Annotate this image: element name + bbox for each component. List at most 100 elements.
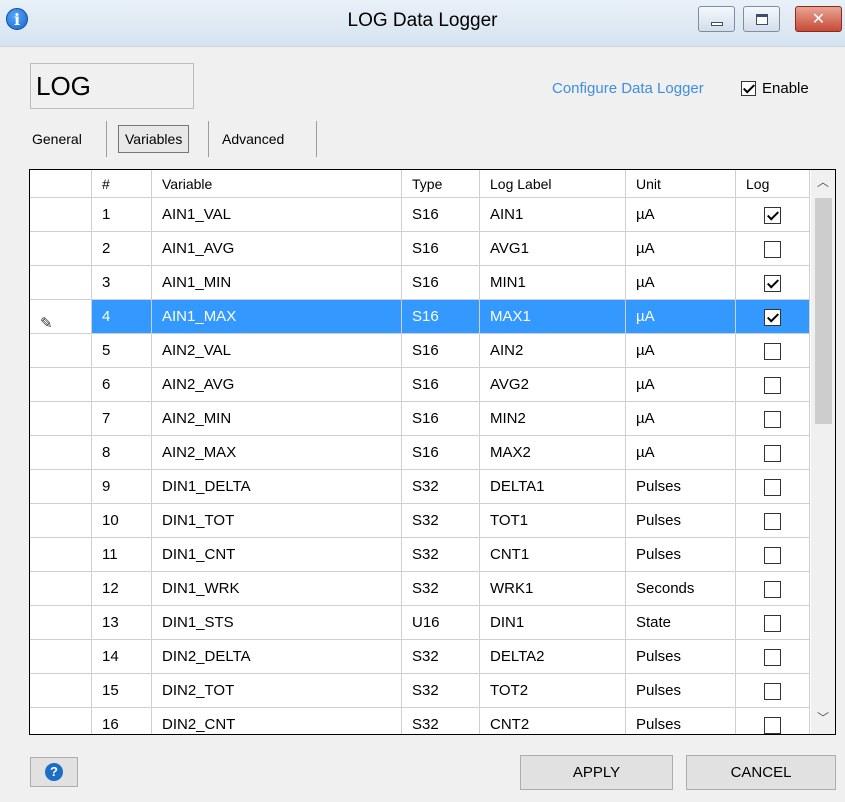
cell-type[interactable]: U16 — [402, 606, 480, 640]
table-row[interactable]: 3 AIN1_MIN S16 MIN1 µA — [30, 266, 810, 300]
cell-log-label[interactable]: DIN1 — [480, 606, 626, 640]
cell-unit[interactable]: µA — [626, 300, 736, 334]
cell-unit[interactable]: µA — [626, 436, 736, 470]
scroll-up-icon[interactable]: ︿ — [811, 173, 835, 195]
cell-unit[interactable]: µA — [626, 266, 736, 300]
cell-type[interactable]: S32 — [402, 708, 480, 734]
table-row[interactable]: 6 AIN2_AVG S16 AVG2 µA — [30, 368, 810, 402]
table-row[interactable]: ✎ 4 AIN1_MAX S16 MAX1 µA — [30, 300, 810, 334]
cell-variable[interactable]: AIN2_MIN — [152, 402, 402, 436]
cell-num[interactable]: 15 — [92, 674, 152, 708]
cell-type[interactable]: S16 — [402, 266, 480, 300]
log-checkbox[interactable] — [764, 274, 781, 292]
header-type[interactable]: Type — [402, 170, 480, 198]
log-checkbox[interactable] — [764, 308, 781, 326]
help-button[interactable]: ? — [30, 757, 78, 787]
row-header[interactable] — [30, 538, 92, 572]
cell-log-label[interactable]: AVG2 — [480, 368, 626, 402]
cell-unit[interactable]: State — [626, 606, 736, 640]
tab-variables[interactable]: Variables — [118, 125, 190, 153]
cell-num[interactable]: 13 — [92, 606, 152, 640]
apply-button[interactable]: APPLY — [520, 755, 673, 790]
cell-type[interactable]: S32 — [402, 674, 480, 708]
log-checkbox[interactable] — [764, 682, 781, 700]
header-variable[interactable]: Variable — [152, 170, 402, 198]
table-row[interactable]: 14 DIN2_DELTA S32 DELTA2 Pulses — [30, 640, 810, 674]
logger-name-field[interactable]: LOG — [30, 63, 194, 109]
cell-num[interactable]: 4 — [92, 300, 152, 334]
log-checkbox[interactable] — [764, 206, 781, 224]
cell-unit[interactable]: µA — [626, 334, 736, 368]
log-checkbox[interactable] — [764, 580, 781, 598]
log-checkbox[interactable] — [764, 716, 781, 734]
row-header[interactable] — [30, 470, 92, 504]
cell-variable[interactable]: DIN2_DELTA — [152, 640, 402, 674]
cell-variable[interactable]: AIN1_MAX — [152, 300, 402, 334]
cell-variable[interactable]: DIN1_WRK — [152, 572, 402, 606]
cell-variable[interactable]: DIN1_STS — [152, 606, 402, 640]
cell-log-label[interactable]: MAX2 — [480, 436, 626, 470]
row-header[interactable] — [30, 198, 92, 232]
close-button[interactable]: ✕ — [795, 6, 842, 32]
table-row[interactable]: 15 DIN2_TOT S32 TOT2 Pulses — [30, 674, 810, 708]
cell-unit[interactable]: Pulses — [626, 470, 736, 504]
table-row[interactable]: 9 DIN1_DELTA S32 DELTA1 Pulses — [30, 470, 810, 504]
table-row[interactable]: 5 AIN2_VAL S16 AIN2 µA — [30, 334, 810, 368]
cell-num[interactable]: 8 — [92, 436, 152, 470]
enable-check-icon[interactable] — [741, 80, 756, 96]
cell-num[interactable]: 3 — [92, 266, 152, 300]
cell-variable[interactable]: DIN1_TOT — [152, 504, 402, 538]
cell-variable[interactable]: AIN1_AVG — [152, 232, 402, 266]
cell-log-label[interactable]: AVG1 — [480, 232, 626, 266]
header-log[interactable]: Log — [736, 170, 810, 198]
cell-num[interactable]: 10 — [92, 504, 152, 538]
table-row[interactable]: 8 AIN2_MAX S16 MAX2 µA — [30, 436, 810, 470]
row-header[interactable] — [30, 504, 92, 538]
cell-log-label[interactable]: MIN2 — [480, 402, 626, 436]
cell-unit[interactable]: µA — [626, 198, 736, 232]
cell-type[interactable]: S16 — [402, 198, 480, 232]
cell-unit[interactable]: µA — [626, 232, 736, 266]
vertical-scrollbar[interactable]: ︿ ﹀ — [811, 170, 835, 734]
cell-type[interactable]: S16 — [402, 334, 480, 368]
log-checkbox[interactable] — [764, 376, 781, 394]
cell-type[interactable]: S32 — [402, 538, 480, 572]
cell-num[interactable]: 9 — [92, 470, 152, 504]
cell-log-label[interactable]: TOT1 — [480, 504, 626, 538]
header-log-label[interactable]: Log Label — [480, 170, 626, 198]
header-unit[interactable]: Unit — [626, 170, 736, 198]
cancel-button[interactable]: CANCEL — [686, 755, 836, 790]
row-header[interactable] — [30, 402, 92, 436]
row-header[interactable] — [30, 334, 92, 368]
table-row[interactable]: 13 DIN1_STS U16 DIN1 State — [30, 606, 810, 640]
cell-log-label[interactable]: TOT2 — [480, 674, 626, 708]
cell-variable[interactable]: AIN2_AVG — [152, 368, 402, 402]
cell-log-label[interactable]: MAX1 — [480, 300, 626, 334]
log-checkbox[interactable] — [764, 444, 781, 462]
row-header[interactable] — [30, 572, 92, 606]
log-checkbox[interactable] — [764, 240, 781, 258]
cell-unit[interactable]: Pulses — [626, 708, 736, 734]
table-row[interactable]: 7 AIN2_MIN S16 MIN2 µA — [30, 402, 810, 436]
row-header[interactable] — [30, 368, 92, 402]
cell-log-label[interactable]: DELTA2 — [480, 640, 626, 674]
cell-num[interactable]: 16 — [92, 708, 152, 734]
log-checkbox[interactable] — [764, 648, 781, 666]
row-header[interactable] — [30, 232, 92, 266]
cell-num[interactable]: 6 — [92, 368, 152, 402]
table-row[interactable]: 12 DIN1_WRK S32 WRK1 Seconds — [30, 572, 810, 606]
header-num[interactable]: # — [92, 170, 152, 198]
row-header[interactable] — [30, 708, 92, 734]
cell-log-label[interactable]: AIN1 — [480, 198, 626, 232]
cell-num[interactable]: 11 — [92, 538, 152, 572]
tab-general[interactable]: General — [32, 121, 82, 157]
cell-num[interactable]: 2 — [92, 232, 152, 266]
cell-type[interactable]: S32 — [402, 470, 480, 504]
minimize-button[interactable] — [698, 6, 735, 32]
cell-unit[interactable]: Pulses — [626, 538, 736, 572]
table-row[interactable]: 1 AIN1_VAL S16 AIN1 µA — [30, 198, 810, 232]
row-header[interactable] — [30, 674, 92, 708]
maximize-button[interactable] — [743, 6, 780, 32]
cell-type[interactable]: S16 — [402, 300, 480, 334]
cell-type[interactable]: S32 — [402, 572, 480, 606]
